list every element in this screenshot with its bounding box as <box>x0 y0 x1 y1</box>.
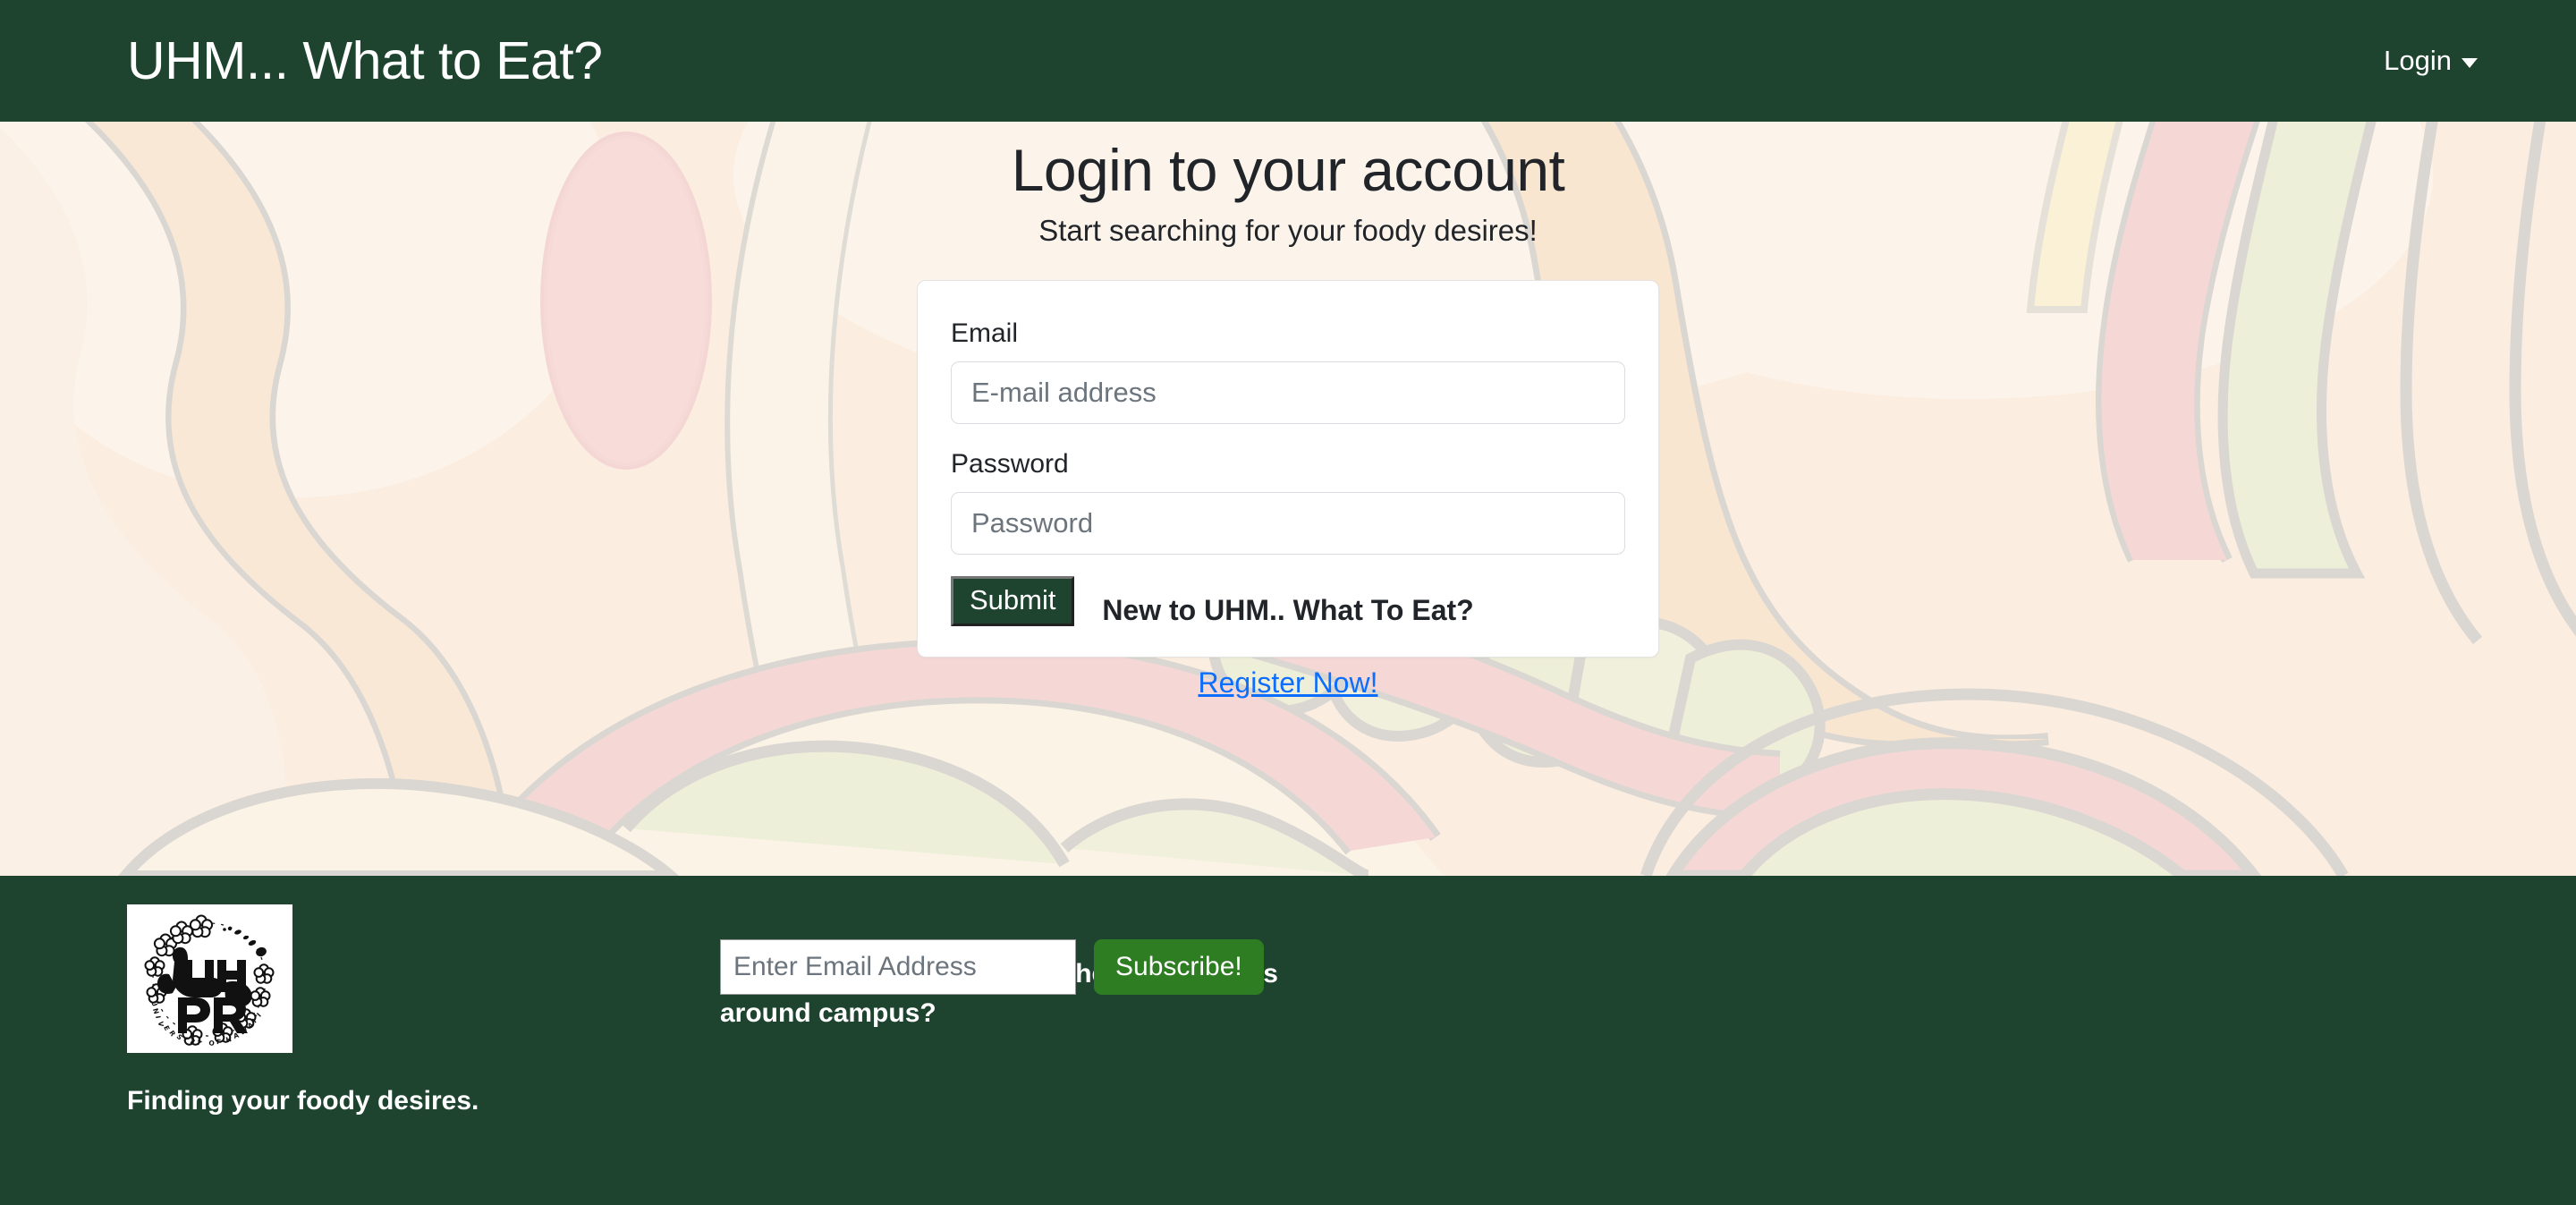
login-dropdown[interactable]: Login <box>2384 45 2478 77</box>
login-dropdown-label: Login <box>2384 45 2452 76</box>
uh-pride-logo: U N I V E R S I T Y O F H A W A I 'I <box>127 904 292 1053</box>
footer: U N I V E R S I T Y O F H A W A I 'I Fin… <box>0 876 2576 1205</box>
password-input[interactable] <box>951 492 1625 555</box>
email-label: Email <box>951 318 1019 348</box>
register-now-link[interactable]: Register Now! <box>1199 666 1378 699</box>
email-field-group: Email <box>951 318 1625 424</box>
page-title: Login to your account <box>1011 137 1565 203</box>
register-link-wrapper: Register Now! <box>0 666 2576 700</box>
footer-tagline: Finding your foody desires. <box>127 1086 479 1116</box>
chevron-down-icon <box>2462 58 2478 68</box>
password-label: Password <box>951 449 1069 479</box>
newsletter-email-input[interactable] <box>720 939 1076 995</box>
navbar: UHM... What to Eat? Login <box>0 0 2576 122</box>
email-input[interactable] <box>951 361 1625 424</box>
main-content: Login to your account Start searching fo… <box>0 122 2576 876</box>
subscribe-button[interactable]: Subscribe! <box>1094 939 1264 995</box>
password-field-group: Password <box>951 449 1625 555</box>
register-prompt: New to UHM.. What To Eat? <box>1102 594 1474 626</box>
page-subtitle: Start searching for your foody desires! <box>1038 214 1538 247</box>
newsletter-form: Subscribe! <box>720 939 1264 995</box>
svg-text:F: F <box>216 1038 221 1046</box>
brand-title[interactable]: UHM... What to Eat? <box>127 30 603 91</box>
navbar-right: Login <box>2384 45 2529 77</box>
page-root: UHM... What to Eat? Login Login to your … <box>0 0 2576 1205</box>
